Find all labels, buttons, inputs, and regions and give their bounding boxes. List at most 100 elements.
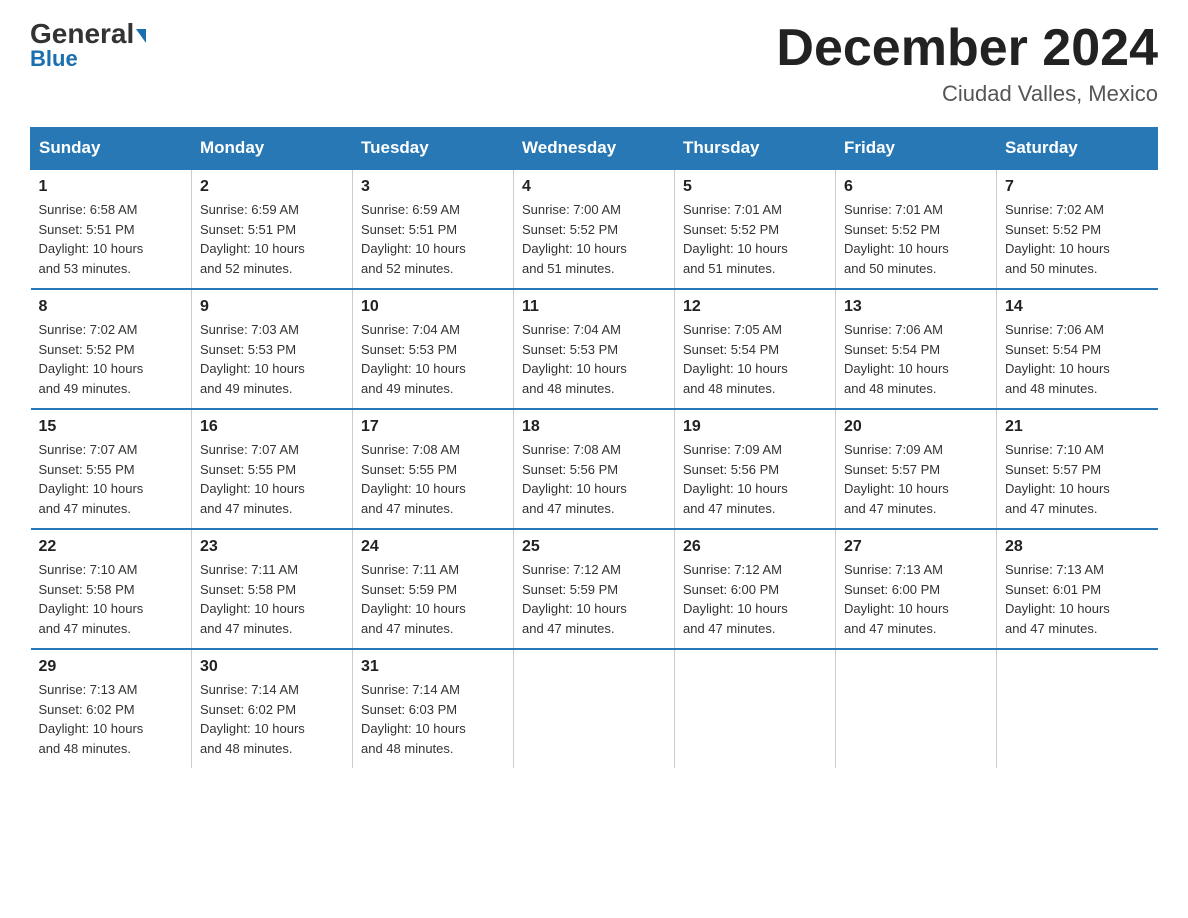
day-number: 8 — [39, 298, 184, 316]
calendar-table: Sunday Monday Tuesday Wednesday Thursday… — [30, 127, 1158, 768]
day-info: Sunrise: 7:06 AMSunset: 5:54 PMDaylight:… — [1005, 320, 1150, 398]
day-number: 14 — [1005, 298, 1150, 316]
calendar-cell: 28 Sunrise: 7:13 AMSunset: 6:01 PMDayligh… — [997, 529, 1158, 649]
calendar-cell: 30 Sunrise: 7:14 AMSunset: 6:02 PMDayligh… — [192, 649, 353, 768]
calendar-cell — [675, 649, 836, 768]
day-number: 22 — [39, 538, 184, 556]
logo-blue: Blue — [30, 46, 78, 72]
day-info: Sunrise: 7:12 AMSunset: 5:59 PMDaylight:… — [522, 560, 666, 638]
day-info: Sunrise: 7:11 AMSunset: 5:58 PMDaylight:… — [200, 560, 344, 638]
day-info: Sunrise: 7:02 AMSunset: 5:52 PMDaylight:… — [39, 320, 184, 398]
day-number: 15 — [39, 418, 184, 436]
calendar-cell: 11 Sunrise: 7:04 AMSunset: 5:53 PMDayligh… — [514, 289, 675, 409]
calendar-cell: 26Sunrise: 7:12 AMSunset: 6:00 PMDayligh… — [675, 529, 836, 649]
day-info: Sunrise: 7:07 AMSunset: 5:55 PMDaylight:… — [39, 440, 184, 518]
day-info: Sunrise: 7:07 AMSunset: 5:55 PMDaylight:… — [200, 440, 344, 518]
day-info: Sunrise: 6:59 AMSunset: 5:51 PMDaylight:… — [361, 200, 505, 278]
logo: General Blue — [30, 20, 146, 72]
col-wednesday: Wednesday — [514, 128, 675, 170]
day-info: Sunrise: 7:12 AMSunset: 6:00 PMDaylight:… — [683, 560, 827, 638]
day-number: 13 — [844, 298, 988, 316]
day-info: Sunrise: 7:01 AMSunset: 5:52 PMDaylight:… — [844, 200, 988, 278]
week-row-4: 22 Sunrise: 7:10 AMSunset: 5:58 PMDayligh… — [31, 529, 1158, 649]
day-number: 25 — [522, 538, 666, 556]
day-info: Sunrise: 7:10 AMSunset: 5:57 PMDaylight:… — [1005, 440, 1150, 518]
day-number: 18 — [522, 418, 666, 436]
day-number: 7 — [1005, 178, 1150, 196]
week-row-3: 15 Sunrise: 7:07 AMSunset: 5:55 PMDayligh… — [31, 409, 1158, 529]
calendar-cell: 9 Sunrise: 7:03 AMSunset: 5:53 PMDaylight… — [192, 289, 353, 409]
day-info: Sunrise: 7:05 AMSunset: 5:54 PMDaylight:… — [683, 320, 827, 398]
day-number: 5 — [683, 178, 827, 196]
day-info: Sunrise: 7:02 AMSunset: 5:52 PMDaylight:… — [1005, 200, 1150, 278]
day-info: Sunrise: 7:09 AMSunset: 5:56 PMDaylight:… — [683, 440, 827, 518]
calendar-cell — [514, 649, 675, 768]
day-info: Sunrise: 6:59 AMSunset: 5:51 PMDaylight:… — [200, 200, 344, 278]
calendar-cell: 1 Sunrise: 6:58 AMSunset: 5:51 PMDaylight… — [31, 169, 192, 289]
calendar-cell — [836, 649, 997, 768]
calendar-cell: 15 Sunrise: 7:07 AMSunset: 5:55 PMDayligh… — [31, 409, 192, 529]
day-info: Sunrise: 7:04 AMSunset: 5:53 PMDaylight:… — [522, 320, 666, 398]
col-monday: Monday — [192, 128, 353, 170]
col-tuesday: Tuesday — [353, 128, 514, 170]
calendar-cell: 7 Sunrise: 7:02 AMSunset: 5:52 PMDaylight… — [997, 169, 1158, 289]
day-number: 19 — [683, 418, 827, 436]
day-info: Sunrise: 7:13 AMSunset: 6:01 PMDaylight:… — [1005, 560, 1150, 638]
day-info: Sunrise: 7:10 AMSunset: 5:58 PMDaylight:… — [39, 560, 184, 638]
calendar-cell: 2 Sunrise: 6:59 AMSunset: 5:51 PMDaylight… — [192, 169, 353, 289]
day-number: 11 — [522, 298, 666, 316]
calendar-header: Sunday Monday Tuesday Wednesday Thursday… — [31, 128, 1158, 170]
day-number: 21 — [1005, 418, 1150, 436]
day-number: 17 — [361, 418, 505, 436]
day-number: 10 — [361, 298, 505, 316]
day-info: Sunrise: 7:04 AMSunset: 5:53 PMDaylight:… — [361, 320, 505, 398]
day-info: Sunrise: 7:13 AMSunset: 6:00 PMDaylight:… — [844, 560, 988, 638]
calendar-cell: 17Sunrise: 7:08 AMSunset: 5:55 PMDayligh… — [353, 409, 514, 529]
calendar-cell: 12Sunrise: 7:05 AMSunset: 5:54 PMDayligh… — [675, 289, 836, 409]
page-subtitle: Ciudad Valles, Mexico — [776, 81, 1158, 107]
day-info: Sunrise: 7:09 AMSunset: 5:57 PMDaylight:… — [844, 440, 988, 518]
col-sunday: Sunday — [31, 128, 192, 170]
day-info: Sunrise: 6:58 AMSunset: 5:51 PMDaylight:… — [39, 200, 184, 278]
calendar-cell: 20 Sunrise: 7:09 AMSunset: 5:57 PMDayligh… — [836, 409, 997, 529]
day-info: Sunrise: 7:13 AMSunset: 6:02 PMDaylight:… — [39, 680, 184, 758]
day-info: Sunrise: 7:00 AMSunset: 5:52 PMDaylight:… — [522, 200, 666, 278]
day-number: 1 — [39, 178, 184, 196]
day-number: 16 — [200, 418, 344, 436]
day-number: 29 — [39, 658, 184, 676]
week-row-1: 1 Sunrise: 6:58 AMSunset: 5:51 PMDaylight… — [31, 169, 1158, 289]
header-row: Sunday Monday Tuesday Wednesday Thursday… — [31, 128, 1158, 170]
day-number: 31 — [361, 658, 505, 676]
day-info: Sunrise: 7:14 AMSunset: 6:03 PMDaylight:… — [361, 680, 505, 758]
page-header: General Blue December 2024 Ciudad Valles… — [30, 20, 1158, 107]
calendar-cell: 31 Sunrise: 7:14 AMSunset: 6:03 PMDayligh… — [353, 649, 514, 768]
week-row-5: 29 Sunrise: 7:13 AMSunset: 6:02 PMDayligh… — [31, 649, 1158, 768]
calendar-cell: 27 Sunrise: 7:13 AMSunset: 6:00 PMDayligh… — [836, 529, 997, 649]
day-info: Sunrise: 7:06 AMSunset: 5:54 PMDaylight:… — [844, 320, 988, 398]
day-number: 2 — [200, 178, 344, 196]
day-info: Sunrise: 7:11 AMSunset: 5:59 PMDaylight:… — [361, 560, 505, 638]
day-number: 28 — [1005, 538, 1150, 556]
day-number: 30 — [200, 658, 344, 676]
calendar-cell: 6 Sunrise: 7:01 AMSunset: 5:52 PMDaylight… — [836, 169, 997, 289]
day-number: 23 — [200, 538, 344, 556]
calendar-cell: 5Sunrise: 7:01 AMSunset: 5:52 PMDaylight… — [675, 169, 836, 289]
calendar-cell: 29 Sunrise: 7:13 AMSunset: 6:02 PMDayligh… — [31, 649, 192, 768]
week-row-2: 8 Sunrise: 7:02 AMSunset: 5:52 PMDaylight… — [31, 289, 1158, 409]
day-number: 6 — [844, 178, 988, 196]
logo-triangle-icon — [136, 29, 146, 43]
day-number: 9 — [200, 298, 344, 316]
day-info: Sunrise: 7:03 AMSunset: 5:53 PMDaylight:… — [200, 320, 344, 398]
day-number: 20 — [844, 418, 988, 436]
col-saturday: Saturday — [997, 128, 1158, 170]
calendar-cell: 23 Sunrise: 7:11 AMSunset: 5:58 PMDayligh… — [192, 529, 353, 649]
calendar-cell: 4 Sunrise: 7:00 AMSunset: 5:52 PMDaylight… — [514, 169, 675, 289]
calendar-cell: 19 Sunrise: 7:09 AMSunset: 5:56 PMDayligh… — [675, 409, 836, 529]
day-number: 4 — [522, 178, 666, 196]
calendar-cell: 13 Sunrise: 7:06 AMSunset: 5:54 PMDayligh… — [836, 289, 997, 409]
day-number: 27 — [844, 538, 988, 556]
logo-general: General — [30, 20, 146, 48]
calendar-cell: 8 Sunrise: 7:02 AMSunset: 5:52 PMDaylight… — [31, 289, 192, 409]
day-number: 3 — [361, 178, 505, 196]
day-info: Sunrise: 7:14 AMSunset: 6:02 PMDaylight:… — [200, 680, 344, 758]
